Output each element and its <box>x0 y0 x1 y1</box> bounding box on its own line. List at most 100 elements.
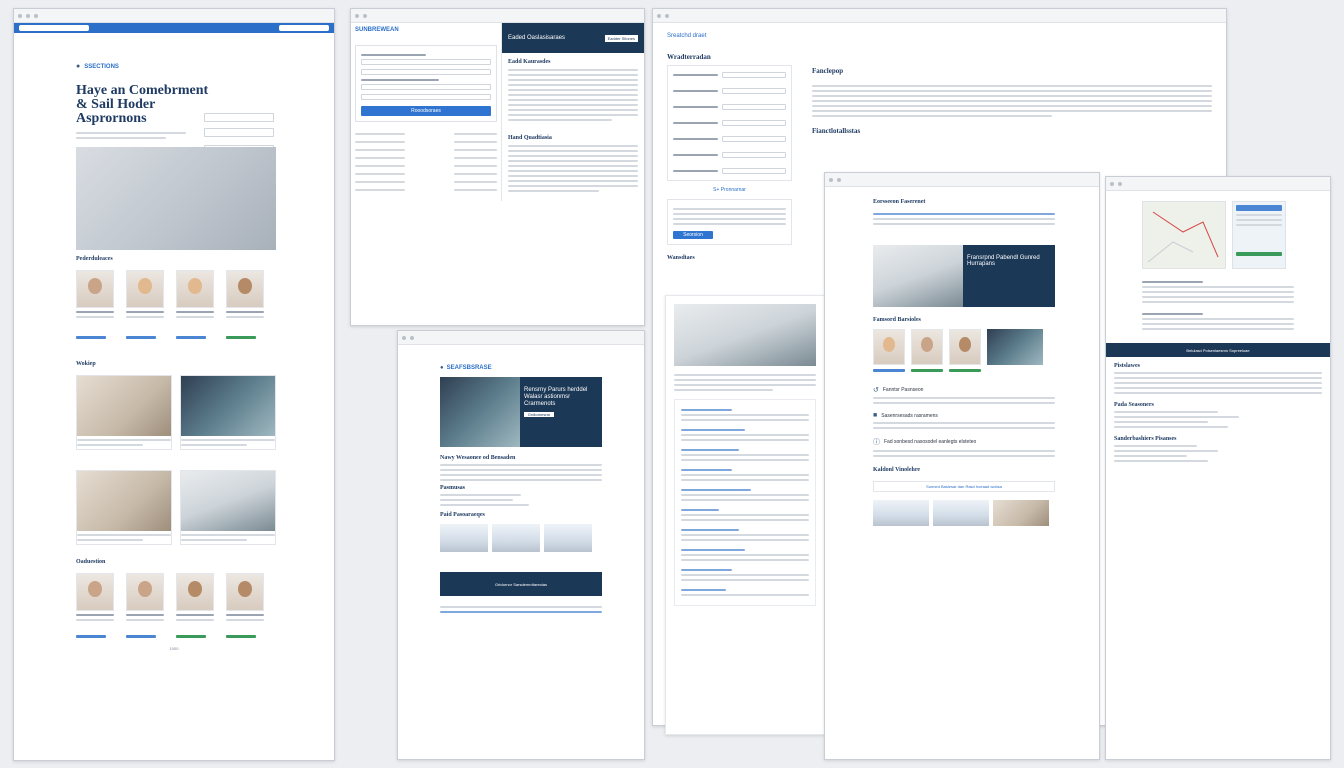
team-card[interactable] <box>176 573 214 638</box>
window-dot-icon[interactable] <box>26 13 30 18</box>
header-button[interactable]: Eadder Sitones <box>604 34 638 42</box>
team-card[interactable] <box>76 270 114 339</box>
address-input[interactable] <box>279 25 329 31</box>
section-title: Pasmusas <box>440 485 466 491</box>
map-route-icon <box>1147 211 1219 263</box>
section-title: Nawy Wesaonee od Bensaden <box>440 455 516 461</box>
browser-chrome <box>653 9 1226 23</box>
product-image[interactable] <box>544 524 592 552</box>
header-band-text: Belulasd Polsenlaesmn Sopreeloae <box>1186 347 1250 353</box>
window-product-page: Eorsseeon Faserenet Fransrpnd Pabendl Gu… <box>824 172 1100 760</box>
form-field[interactable] <box>361 94 491 100</box>
profile-button[interactable] <box>76 336 106 339</box>
window-dot-icon[interactable] <box>410 335 414 340</box>
avatar <box>76 270 114 308</box>
hero-banner-button[interactable]: Grdtomesrar <box>524 412 554 417</box>
team-card[interactable] <box>176 270 214 339</box>
avatar <box>226 270 264 308</box>
highlight-bar: Sunned Basiesar dan Rasd hoeaad wobsa <box>873 481 1055 492</box>
team-card[interactable] <box>126 270 164 339</box>
window-dot-icon[interactable] <box>1110 181 1114 186</box>
browser-chrome <box>825 173 1099 187</box>
hero-banner: Rensrny Parurs herddel Walasr astionmsr … <box>440 377 602 447</box>
logo-icon: ● <box>76 63 81 70</box>
brand-name: SSECTIONS <box>84 63 119 70</box>
footer-band-text: Grtdornor Sarsdemrdtareolas <box>494 581 548 587</box>
profile-field[interactable] <box>722 136 786 142</box>
team-card[interactable] <box>126 573 164 638</box>
team-card[interactable] <box>226 573 264 638</box>
window-dot-icon[interactable] <box>1118 181 1122 186</box>
brand-name: SEAFSBSRASE <box>446 365 492 371</box>
window-dot-icon[interactable] <box>665 13 669 18</box>
profile-field[interactable] <box>722 104 786 110</box>
hero-banner-text: Fransrpnd Pabendl Gunred Hurrapans <box>967 255 1040 267</box>
product-image[interactable] <box>492 524 540 552</box>
hero-input[interactable] <box>204 128 274 137</box>
profile-field[interactable] <box>722 72 786 78</box>
section-title: Pada Seasoners <box>1114 402 1154 408</box>
side-title: Fanclepop <box>812 67 844 75</box>
profile-field[interactable] <box>722 88 786 94</box>
product-image[interactable] <box>873 500 929 526</box>
bullet-text: Fad sonbesd nasosodel eanlegts elsteteo <box>884 439 977 445</box>
product-image[interactable] <box>933 500 989 526</box>
form-field[interactable] <box>361 69 491 75</box>
article-card[interactable] <box>76 470 172 545</box>
avatar[interactable] <box>911 329 943 365</box>
avatar <box>176 270 214 308</box>
window-article-list <box>665 295 825 735</box>
window-dot-icon[interactable] <box>837 177 841 182</box>
profile-button[interactable] <box>176 336 206 339</box>
window-dot-icon[interactable] <box>657 13 661 18</box>
submit-button[interactable]: Rooodsoraes <box>361 106 491 116</box>
browser-chrome <box>14 9 334 23</box>
section-title-team: Pederduleaces <box>76 256 113 262</box>
hero-banner-text: Rensrny Parurs herddel Walasr astionmsr … <box>524 387 588 407</box>
avatar[interactable] <box>949 329 981 365</box>
section-title-team-2: Oaduestion <box>76 559 106 565</box>
window-dot-icon[interactable] <box>829 177 833 182</box>
page-header: Sreatchd draet <box>667 33 707 39</box>
article-card[interactable] <box>180 470 276 545</box>
logo-icon: ● <box>440 365 444 371</box>
window-dot-icon[interactable] <box>363 13 367 18</box>
lock-icon: ■ <box>873 412 878 419</box>
article-hero-image <box>674 304 816 366</box>
top-nav-bar <box>14 23 334 33</box>
section-title: Pistslawes <box>1114 363 1140 369</box>
article-card[interactable] <box>76 375 172 450</box>
team-card[interactable] <box>76 573 114 638</box>
hero-title: Haye an Comebrment & Sail Hoder Asprorno… <box>76 83 209 126</box>
product-image[interactable] <box>440 524 488 552</box>
profile-field[interactable] <box>722 120 786 126</box>
product-image[interactable] <box>993 500 1049 526</box>
form-field[interactable] <box>361 59 491 65</box>
form-field[interactable] <box>361 84 491 90</box>
arrow-icon: ↺ <box>873 387 879 394</box>
window-dot-icon[interactable] <box>355 13 359 18</box>
article-card[interactable] <box>180 375 276 450</box>
window-dot-icon[interactable] <box>34 13 38 18</box>
profile-field[interactable] <box>722 152 786 158</box>
profile-link[interactable]: S+ Pronnarnar <box>667 187 792 193</box>
profile-button[interactable] <box>226 336 256 339</box>
section-title: Hand Quadtiasia <box>508 135 552 141</box>
window-dot-icon[interactable] <box>402 335 406 340</box>
avatar <box>126 270 164 308</box>
section-title: Eadd Kaurasdes <box>508 59 551 65</box>
map-image[interactable] <box>1142 201 1226 269</box>
browser-chrome <box>1106 177 1330 191</box>
avatar[interactable] <box>873 329 905 365</box>
window-dot-icon[interactable] <box>18 13 22 18</box>
section-title: Sanderbashiers Pisanses <box>1114 436 1177 442</box>
save-button[interactable]: Seorsion <box>673 231 713 239</box>
profile-field[interactable] <box>722 168 786 174</box>
hero-input[interactable] <box>204 113 274 122</box>
profile-button[interactable] <box>126 336 156 339</box>
team-card[interactable] <box>226 270 264 339</box>
window-landing-page: ● SEAFSBSRASE Rensrny Parurs herddel Wal… <box>397 330 645 760</box>
hero-banner: Fransrpnd Pabendl Gunred Hurrapans <box>873 245 1055 307</box>
product-image[interactable] <box>987 329 1043 365</box>
search-input[interactable] <box>19 25 89 31</box>
